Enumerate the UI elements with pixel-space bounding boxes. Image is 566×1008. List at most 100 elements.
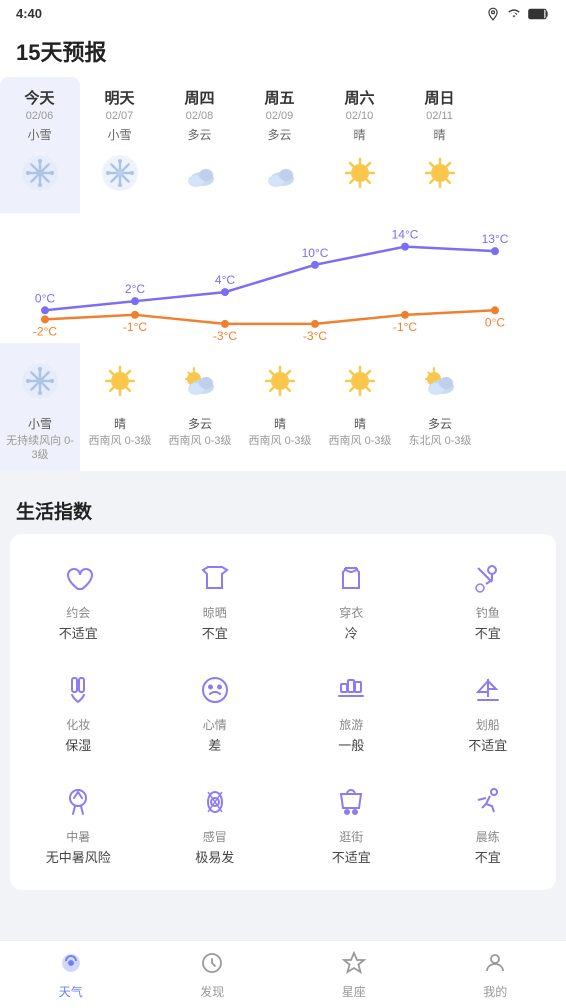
nav-icon-weather bbox=[59, 951, 83, 981]
weather-icon-bottom-4 bbox=[338, 359, 382, 403]
index-icon-fishing bbox=[468, 558, 508, 598]
day-date-5: 02/11 bbox=[426, 110, 453, 122]
day-wind-3: 西南风 0-3级 bbox=[249, 434, 312, 448]
day-col-bottom-3: 晴 西南风 0-3级 bbox=[240, 343, 320, 471]
nav-label-我的: 我的 bbox=[483, 983, 507, 1000]
weather-icon-top-3 bbox=[258, 151, 302, 195]
nav-label-星座: 星座 bbox=[342, 983, 366, 1000]
index-name-10: 逛街 bbox=[339, 828, 363, 845]
forecast-inner: 今天 02/06 小雪 明天 02/07 小雪 bbox=[0, 77, 540, 471]
index-name-11: 晨练 bbox=[476, 828, 500, 845]
index-value-3: 不宜 bbox=[475, 623, 501, 642]
weather-icon-top-2 bbox=[178, 151, 222, 195]
index-name-5: 心情 bbox=[203, 716, 227, 733]
nav-item-发现[interactable]: 发现 bbox=[142, 941, 284, 1008]
bottom-row: 小雪 无持续风向 0-3级 晴 西南风 0-3级 多云 西南风 0 bbox=[0, 343, 540, 471]
index-value-5: 差 bbox=[208, 735, 221, 754]
index-value-0: 不适宜 bbox=[59, 623, 98, 642]
day-name-2: 周四 bbox=[184, 87, 214, 108]
time: 4:40 bbox=[16, 6, 42, 21]
index-value-10: 不适宜 bbox=[332, 847, 371, 866]
weather-icon-bottom-1 bbox=[98, 359, 142, 403]
index-value-7: 不适宜 bbox=[468, 735, 507, 754]
day-date-0: 02/06 bbox=[26, 110, 54, 122]
index-name-0: 约会 bbox=[66, 604, 90, 621]
index-value-2: 冷 bbox=[345, 623, 358, 642]
temperature-chart: 0°C2°C4°C10°C14°C13°C-2°C-1°C-3°C-3°C-1°… bbox=[0, 213, 540, 343]
index-icon-exercise bbox=[468, 782, 508, 822]
index-icon-mood bbox=[195, 670, 235, 710]
day-condition-top-2: 多云 bbox=[187, 126, 211, 143]
svg-text:2°C: 2°C bbox=[125, 282, 145, 296]
day-col-bottom-1: 晴 西南风 0-3级 bbox=[80, 343, 160, 471]
nav-icon-user bbox=[483, 951, 507, 981]
index-value-8: 无中暑风险 bbox=[46, 847, 111, 866]
svg-text:-3°C: -3°C bbox=[303, 329, 327, 343]
weather-icon-bottom-0 bbox=[18, 359, 62, 403]
index-item-旅游[interactable]: 旅游 一般 bbox=[283, 656, 420, 768]
svg-text:-3°C: -3°C bbox=[213, 329, 237, 343]
index-item-化妆[interactable]: 化妆 保湿 bbox=[10, 656, 147, 768]
day-name-0: 今天 bbox=[24, 87, 54, 108]
index-item-晾晒[interactable]: 晾晒 不宜 bbox=[147, 544, 284, 656]
day-name-3: 周五 bbox=[264, 87, 294, 108]
index-icon-tshirt bbox=[195, 558, 235, 598]
nav-item-我的[interactable]: 我的 bbox=[425, 941, 566, 1008]
nav-item-星座[interactable]: 星座 bbox=[283, 941, 425, 1008]
index-name-4: 化妆 bbox=[66, 716, 90, 733]
weather-icon-top-1 bbox=[98, 151, 142, 195]
day-col-top-0: 今天 02/06 小雪 bbox=[0, 77, 80, 213]
day-condition-bottom-5: 多云 bbox=[428, 415, 452, 432]
weather-icon-top-4 bbox=[338, 151, 382, 195]
index-name-9: 感冒 bbox=[203, 828, 227, 845]
index-name-7: 划船 bbox=[476, 716, 500, 733]
svg-text:13°C: 13°C bbox=[482, 232, 509, 246]
index-item-划船[interactable]: 划船 不适宜 bbox=[420, 656, 557, 768]
index-item-晨练[interactable]: 晨练 不宜 bbox=[420, 768, 557, 880]
day-condition-top-3: 多云 bbox=[267, 126, 291, 143]
day-condition-bottom-0: 小雪 bbox=[28, 415, 52, 432]
index-item-心情[interactable]: 心情 差 bbox=[147, 656, 284, 768]
index-icon-sailing bbox=[468, 670, 508, 710]
weather-icon-bottom-5 bbox=[418, 359, 462, 403]
index-value-6: 一般 bbox=[338, 735, 364, 754]
index-item-逛街[interactable]: 逛街 不适宜 bbox=[283, 768, 420, 880]
index-item-钓鱼[interactable]: 钓鱼 不宜 bbox=[420, 544, 557, 656]
nav-label-天气: 天气 bbox=[59, 983, 83, 1000]
day-col-bottom-5: 多云 东北风 0-3级 bbox=[400, 343, 480, 471]
index-value-1: 不宜 bbox=[202, 623, 228, 642]
day-col-top-5: 周日 02/11 晴 bbox=[400, 77, 480, 213]
index-icon-cold bbox=[195, 782, 235, 822]
index-name-8: 中暑 bbox=[66, 828, 90, 845]
index-name-3: 钓鱼 bbox=[476, 604, 500, 621]
day-col-top-1: 明天 02/07 小雪 bbox=[80, 77, 160, 213]
day-col-top-2: 周四 02/08 多云 bbox=[160, 77, 240, 213]
index-item-穿衣[interactable]: 穿衣 冷 bbox=[283, 544, 420, 656]
weather-icon-top-0 bbox=[18, 151, 62, 195]
day-col-bottom-0: 小雪 无持续风向 0-3级 bbox=[0, 343, 80, 471]
index-item-感冒[interactable]: 感冒 极易发 bbox=[147, 768, 284, 880]
day-condition-top-4: 晴 bbox=[353, 126, 365, 143]
day-col-top-4: 周六 02/10 晴 bbox=[320, 77, 400, 213]
index-icon-shopping bbox=[331, 782, 371, 822]
day-wind-4: 西南风 0-3级 bbox=[329, 434, 392, 448]
day-wind-1: 西南风 0-3级 bbox=[89, 434, 152, 448]
index-item-约会[interactable]: 约会 不适宜 bbox=[10, 544, 147, 656]
day-col-bottom-4: 晴 西南风 0-3级 bbox=[320, 343, 400, 471]
index-icon-clothes bbox=[331, 558, 371, 598]
indices-grid: 约会 不适宜 晾晒 不宜 穿衣 冷 钓鱼 不宜 化妆 保湿 心情 差 旅游 一般… bbox=[10, 544, 556, 880]
day-col-bottom-2: 多云 西南风 0-3级 bbox=[160, 343, 240, 471]
nav-item-天气[interactable]: 天气 bbox=[0, 941, 142, 1008]
indices-card: 约会 不适宜 晾晒 不宜 穿衣 冷 钓鱼 不宜 化妆 保湿 心情 差 旅游 一般… bbox=[10, 534, 556, 890]
nav-icon-discover bbox=[200, 951, 224, 981]
section-title: 生活指数 bbox=[0, 481, 566, 534]
life-indices-section: 生活指数 约会 不适宜 晾晒 不宜 穿衣 冷 钓鱼 不宜 化妆 保湿 心情 差 … bbox=[0, 481, 566, 890]
forecast-scroll[interactable]: 今天 02/06 小雪 明天 02/07 小雪 bbox=[0, 77, 566, 471]
status-icons bbox=[486, 7, 550, 21]
index-value-9: 极易发 bbox=[195, 847, 234, 866]
day-condition-top-5: 晴 bbox=[433, 126, 445, 143]
svg-text:10°C: 10°C bbox=[302, 246, 329, 260]
index-value-4: 保湿 bbox=[65, 735, 91, 754]
index-item-中暑[interactable]: 中暑 无中暑风险 bbox=[10, 768, 147, 880]
day-wind-2: 西南风 0-3级 bbox=[169, 434, 232, 448]
